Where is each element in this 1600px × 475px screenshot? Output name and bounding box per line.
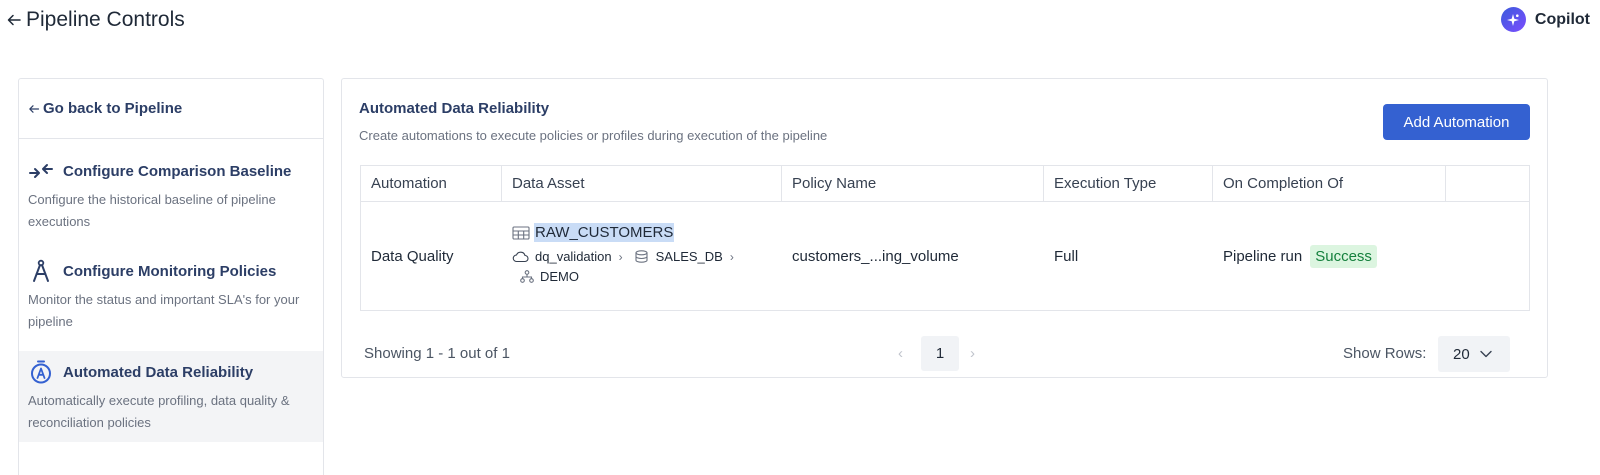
table-row[interactable]: Data Quality RAW_CUSTOMERS dq_validation… bbox=[361, 202, 1529, 310]
top-bar: Pipeline Controls Copilot bbox=[0, 0, 1600, 44]
sidebar-item-automated-data-reliability[interactable]: Automated Data Reliability Automatically… bbox=[19, 351, 323, 442]
compare-arrows-icon bbox=[28, 159, 54, 183]
rows-per-page-select[interactable]: 20 bbox=[1438, 336, 1510, 372]
go-back-to-pipeline-link[interactable]: Go back to Pipeline bbox=[19, 79, 323, 139]
back-arrow-icon[interactable] bbox=[6, 12, 22, 28]
add-automation-button[interactable]: Add Automation bbox=[1383, 104, 1530, 140]
automation-panel: Automated Data Reliability Create automa… bbox=[341, 78, 1548, 378]
stopwatch-a-icon bbox=[28, 360, 54, 384]
sidebar: Go back to Pipeline Configure Comparison… bbox=[18, 78, 324, 475]
table-header-row: Automation Data Asset Policy Name Execut… bbox=[361, 166, 1529, 202]
panel-title: Automated Data Reliability bbox=[359, 100, 550, 117]
next-page-button[interactable]: › bbox=[970, 345, 975, 362]
column-header-automation[interactable]: Automation bbox=[361, 166, 502, 201]
copilot-label: Copilot bbox=[1534, 10, 1590, 28]
pagination-info: Showing 1 - 1 out of 1 bbox=[364, 345, 510, 362]
database-link[interactable]: SALES_DB bbox=[656, 249, 723, 264]
asset-name-link[interactable]: RAW_CUSTOMERS bbox=[534, 223, 675, 242]
chevron-right-icon: › bbox=[618, 249, 623, 264]
execution-type-cell: Full bbox=[1054, 247, 1079, 265]
column-header-execution-type[interactable]: Execution Type bbox=[1044, 166, 1213, 201]
schema-hierarchy-icon bbox=[520, 270, 534, 283]
copilot-sparkle-icon bbox=[1500, 7, 1526, 32]
sidebar-item-title: Configure Comparison Baseline bbox=[63, 162, 292, 180]
copilot-button[interactable]: Copilot bbox=[1500, 7, 1590, 32]
row-actions-cell bbox=[1446, 202, 1529, 310]
sidebar-item-title: Automated Data Reliability bbox=[63, 363, 254, 381]
rows-per-page-value: 20 bbox=[1453, 345, 1470, 363]
page-number-button[interactable]: 1 bbox=[921, 336, 959, 371]
automations-table: Automation Data Asset Policy Name Execut… bbox=[360, 165, 1530, 311]
column-header-actions bbox=[1446, 166, 1529, 201]
datasource-link[interactable]: dq_validation bbox=[535, 249, 612, 264]
sidebar-item-description: Configure the historical baseline of pip… bbox=[28, 192, 276, 229]
asset-breadcrumb: dq_validation › SALES_DB › bbox=[512, 249, 782, 264]
on-completion-cell: Pipeline run Success bbox=[1213, 202, 1446, 310]
column-header-on-completion-of[interactable]: On Completion Of bbox=[1213, 166, 1446, 201]
previous-page-button[interactable]: ‹ bbox=[898, 345, 903, 362]
sidebar-item-description: Monitor the status and important SLA's f… bbox=[28, 292, 300, 329]
asset-schema: DEMO bbox=[520, 269, 782, 284]
sidebar-item-comparison-baseline[interactable]: Configure Comparison Baseline Configure … bbox=[19, 159, 323, 239]
page-title: Pipeline Controls bbox=[26, 8, 185, 31]
rows-per-page-label: Show Rows: bbox=[1343, 345, 1427, 362]
back-arrow-icon bbox=[29, 104, 40, 113]
compass-icon bbox=[28, 259, 54, 283]
data-asset-cell: RAW_CUSTOMERS dq_validation › SALES_DB › bbox=[502, 202, 782, 310]
sidebar-item-description: Automatically execute profiling, data qu… bbox=[28, 393, 290, 430]
table-icon bbox=[512, 225, 530, 240]
status-badge: Success bbox=[1310, 244, 1377, 268]
sidebar-item-title: Configure Monitoring Policies bbox=[63, 262, 277, 280]
schema-link[interactable]: DEMO bbox=[540, 269, 579, 284]
cloud-icon bbox=[512, 251, 529, 263]
column-header-data-asset[interactable]: Data Asset bbox=[502, 166, 782, 201]
automation-cell: Data Quality bbox=[371, 247, 454, 265]
sidebar-item-monitoring-policies[interactable]: Configure Monitoring Policies Monitor th… bbox=[19, 259, 323, 339]
policy-name-cell[interactable]: customers_...ing_volume bbox=[782, 202, 1044, 310]
database-icon bbox=[635, 250, 648, 263]
column-header-policy-name[interactable]: Policy Name bbox=[782, 166, 1044, 201]
chevron-down-icon bbox=[1479, 350, 1492, 358]
completion-trigger-label: Pipeline run bbox=[1223, 247, 1303, 265]
go-back-label: Go back to Pipeline bbox=[43, 100, 183, 117]
panel-subtitle: Create automations to execute policies o… bbox=[359, 128, 828, 143]
chevron-right-icon: › bbox=[729, 249, 734, 264]
